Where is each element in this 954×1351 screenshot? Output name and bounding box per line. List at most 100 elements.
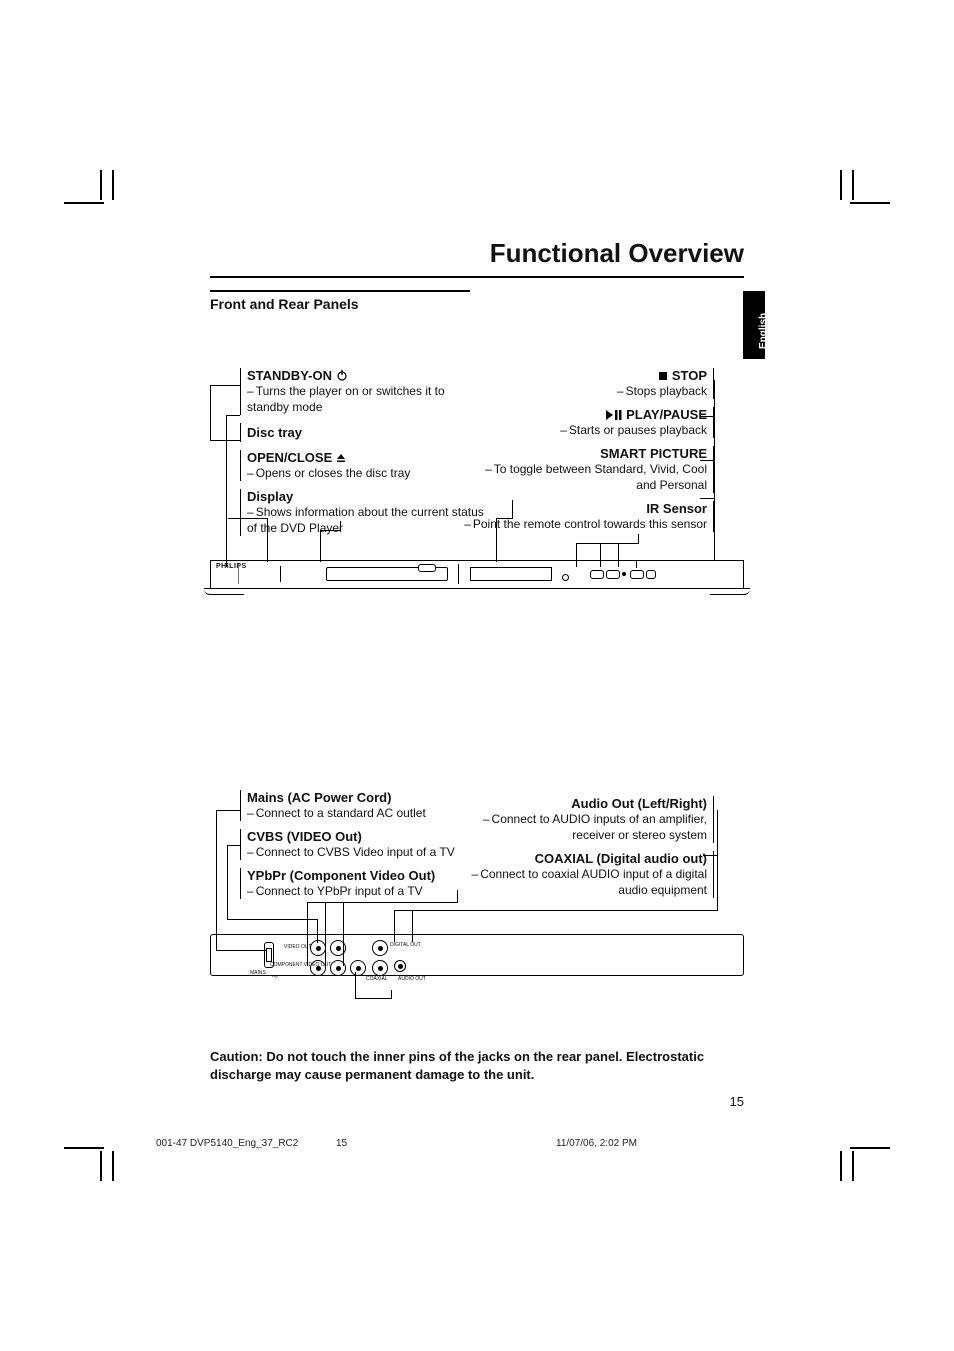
leader-line [717,810,718,910]
disc-tray-label: Disc tray [247,425,490,440]
leader-line [210,440,240,441]
leader-line [340,521,341,531]
crop-mark [100,1151,102,1181]
ypbpr-label: YPbPr (Component Video Out) [247,868,490,883]
callout-display: Display –Shows information about the cur… [240,489,490,536]
leader-line [638,534,639,544]
leader-line [700,460,714,461]
leader-line [700,498,714,499]
open-close-label: OPEN/CLOSE [247,450,332,465]
power-icon [336,369,348,381]
ir-sensor-desc: Point the remote control towards this se… [473,517,707,531]
leader-line [210,385,240,386]
crop-mark [840,170,842,200]
leader-line [320,530,340,531]
crop-mark [852,170,854,200]
jack-label-digital: DIGITAL OUT [390,942,421,948]
crop-mark [852,1151,854,1181]
mains-desc: Connect to a standard AC outlet [256,806,426,820]
cvbs-label: CVBS (VIDEO Out) [247,829,490,844]
callout-coaxial: COAXIAL (Digital audio out) –Connect to … [464,851,714,898]
ypbpr-desc: Connect to YPbPr input of a TV [256,884,423,898]
crop-mark [850,1147,890,1149]
jack-label-audio-out: AUDIO OUT [398,976,426,982]
standby-desc: Turns the player on or switches it to st… [247,384,445,414]
callout-open-close: OPEN/CLOSE –Opens or closes the disc tra… [240,450,490,481]
crop-mark [112,1151,114,1181]
caution-text: Caution: Do not touch the inner pins of … [210,1048,744,1083]
callout-ir-sensor: IR Sensor –Point the remote control towa… [464,501,714,532]
crop-mark [64,202,104,204]
callout-cvbs: CVBS (VIDEO Out) –Connect to CVBS Video … [240,829,490,860]
play-pause-label: PLAY/PAUSE [626,407,707,422]
coaxial-desc: Connect to coaxial AUDIO input of a digi… [480,867,707,897]
callout-play-pause: PLAY/PAUSE –Starts or pauses playback [464,407,714,438]
leader-line [700,416,714,417]
page-number: 15 [730,1094,744,1109]
leader-line [703,855,717,856]
leader-line [210,385,211,440]
play-pause-desc: Starts or pauses playback [569,423,707,437]
audio-out-desc: Connect to AUDIO inputs of an amplifier,… [492,812,707,842]
callout-ypbpr: YPbPr (Component Video Out) –Connect to … [240,868,490,899]
section-heading: Front and Rear Panels [210,290,470,312]
crop-mark [64,1147,104,1149]
title-rule [210,276,744,278]
leader-line [227,919,317,920]
crop-mark [850,202,890,204]
leader-line [216,810,240,811]
leader-line [307,902,457,903]
leader-line [226,415,227,567]
leader-line [714,380,715,560]
callout-stop: STOP –Stops playback [464,368,714,399]
play-pause-icon [606,410,622,420]
footer-timestamp: 11/07/06, 2:02 PM [556,1138,637,1149]
mains-label: Mains (AC Power Cord) [247,790,490,805]
language-tab-label: English [758,313,769,349]
standby-label: STANDBY-ON [247,368,332,383]
leader-line [394,910,718,911]
brand-logo: PHILIPS [216,563,247,570]
crop-mark [112,170,114,200]
footer-filename: 001-47 DVP5140_Eng_37_RC2 [156,1138,298,1149]
display-desc: Shows information about the current stat… [247,505,484,535]
language-tab: English [743,291,765,359]
eject-icon [336,453,346,463]
open-close-desc: Opens or closes the disc tray [256,466,411,480]
display-label: Display [247,489,490,504]
ir-sensor-label: IR Sensor [464,501,707,516]
callout-standby: STANDBY-ON –Turns the player on or switc… [240,368,490,415]
leader-line [227,845,240,846]
crop-mark [100,170,102,200]
jack-label-coaxial: COAXIAL [366,976,388,982]
smart-picture-label: SMART PICTURE [464,446,707,461]
cvbs-desc: Connect to CVBS Video input of a TV [256,845,455,859]
callout-audio-out: Audio Out (Left/Right) –Connect to AUDIO… [464,796,714,843]
coaxial-label: COAXIAL (Digital audio out) [464,851,707,866]
front-panel-diagram: PHILIPS [210,554,744,594]
page-title: Functional Overview [210,238,744,269]
leader-line [457,890,458,903]
callout-smart-picture: SMART PICTURE –To toggle between Standar… [464,446,714,493]
callout-mains: Mains (AC Power Cord) –Connect to a stan… [240,790,490,821]
leader-line [227,845,228,919]
leader-line [226,415,240,416]
jack-label-mains: MAINS [250,970,266,976]
leader-line [228,518,267,519]
leader-line [496,518,512,519]
stop-desc: Stops playback [626,384,707,398]
rear-panel-diagram: MAINS 〜 VIDEO OUT COMPONENT VIDEO OUT DI… [210,928,744,984]
leader-line [576,543,638,544]
smart-picture-desc: To toggle between Standard, Vivid, Cool … [494,462,707,492]
crop-mark [840,1151,842,1181]
audio-out-label: Audio Out (Left/Right) [464,796,707,811]
footer-page: 15 [336,1138,347,1149]
stop-label: STOP [672,368,707,383]
stop-icon [658,371,668,381]
callout-disc-tray: Disc tray [240,423,490,442]
leader-line [391,990,392,999]
jack-label-video-out: VIDEO OUT [284,944,308,950]
leader-line [355,998,391,999]
jack-label-component: COMPONENT VIDEO OUT [270,962,308,968]
leader-line [512,500,513,519]
